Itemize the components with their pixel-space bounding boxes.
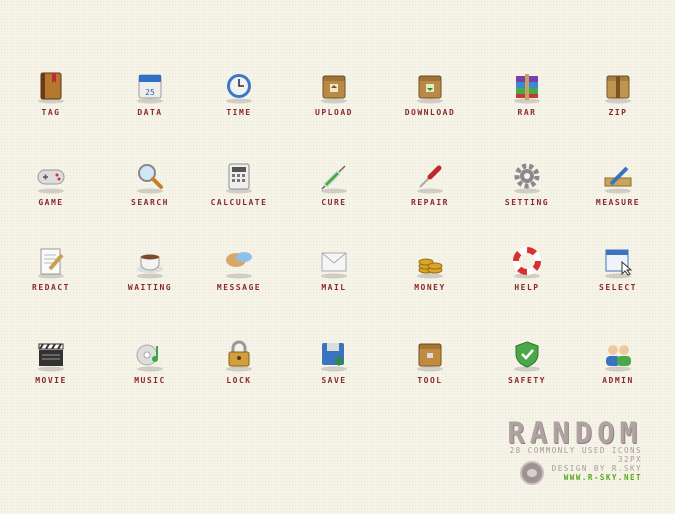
toolbox-icon: [413, 338, 447, 372]
speech-bubbles-icon: [222, 245, 256, 279]
icon-label: Mail: [321, 283, 347, 292]
screwdriver-icon: [413, 160, 447, 194]
shield-icon: [510, 338, 544, 372]
coins-icon: [413, 245, 447, 279]
icon-item-download[interactable]: Download: [390, 70, 470, 117]
lifebuoy-icon: [510, 245, 544, 279]
icon-label: Data: [137, 108, 163, 117]
icon-item-time[interactable]: Time: [199, 70, 279, 117]
upload-box-icon: [317, 70, 351, 104]
icon-label: Select: [599, 283, 637, 292]
icon-item-safety[interactable]: Safety: [487, 338, 567, 385]
icon-item-music[interactable]: Music: [110, 338, 190, 385]
icon-label: Setting: [504, 198, 550, 207]
icon-item-select[interactable]: Select: [578, 245, 658, 292]
icon-item-search[interactable]: Search: [110, 160, 190, 207]
icon-label: Game: [38, 198, 64, 207]
icon-item-help[interactable]: Help: [487, 245, 567, 292]
clock-icon: [222, 70, 256, 104]
icon-item-tag[interactable]: Tag: [11, 70, 91, 117]
icon-item-admin[interactable]: Admin: [578, 338, 658, 385]
users-icon: [601, 338, 635, 372]
icon-label: Tag: [41, 108, 61, 117]
book-icon: [34, 70, 68, 104]
archive-books-icon: [510, 70, 544, 104]
envelope-icon: [317, 245, 351, 279]
brand-designer: DESIGN BY R.SKY: [551, 464, 642, 473]
icon-label: Safety: [508, 376, 546, 385]
icon-item-calculate[interactable]: Calculate: [199, 160, 279, 207]
icon-item-game[interactable]: Game: [11, 160, 91, 207]
icon-label: Search: [131, 198, 169, 207]
icon-item-tool[interactable]: Tool: [390, 338, 470, 385]
icon-item-message[interactable]: Message: [199, 245, 279, 292]
calendar-icon: 25: [133, 70, 167, 104]
icon-label: Download: [404, 108, 456, 117]
cd-note-icon: [133, 338, 167, 372]
icon-item-mail[interactable]: Mail: [294, 245, 374, 292]
icon-item-save[interactable]: Save: [294, 338, 374, 385]
brand-title: RANDOM: [507, 416, 642, 450]
icon-label: Music: [134, 376, 166, 385]
ruler-pencil-icon: [601, 160, 635, 194]
brand-logo-icon: [520, 461, 544, 485]
icon-item-upload[interactable]: Upload: [294, 70, 374, 117]
window-cursor-icon: [601, 245, 635, 279]
icon-label: Measure: [595, 198, 641, 207]
floppy-icon: [317, 338, 351, 372]
icon-item-measure[interactable]: Measure: [578, 160, 658, 207]
icon-item-movie[interactable]: Movie: [11, 338, 91, 385]
icon-item-waiting[interactable]: Waiting: [110, 245, 190, 292]
brand-subtitle: 28 COMMONLY USED ICONS: [509, 446, 642, 455]
notepad-pencil-icon: [34, 245, 68, 279]
syringe-icon: [317, 160, 351, 194]
icon-label: Calculate: [210, 198, 268, 207]
gear-icon: [510, 160, 544, 194]
icon-label: Movie: [35, 376, 67, 385]
icon-label: Tool: [417, 376, 443, 385]
icon-label: RAR: [517, 108, 537, 117]
icon-label: Money: [414, 283, 446, 292]
brand-url-link[interactable]: WWW.R-SKY.NET: [490, 473, 642, 483]
icon-label: Time: [226, 108, 252, 117]
icon-label: Waiting: [127, 283, 173, 292]
icon-item-cure[interactable]: Cure: [294, 160, 374, 207]
icon-label: Redact: [32, 283, 70, 292]
icon-label: Help: [514, 283, 540, 292]
icon-item-rar[interactable]: RAR: [487, 70, 567, 117]
coffee-cup-icon: [133, 245, 167, 279]
calculator-icon: [222, 160, 256, 194]
icon-item-zip[interactable]: Zip: [578, 70, 658, 117]
icon-label: Save: [321, 376, 347, 385]
brand-block: RANDOM 28 COMMONLY USED ICONS 32PX DESIG…: [490, 416, 642, 485]
icon-item-redact[interactable]: Redact: [11, 245, 91, 292]
padlock-icon: [222, 338, 256, 372]
icon-item-repair[interactable]: Repair: [390, 160, 470, 207]
icon-label: Message: [216, 283, 262, 292]
icon-label: Admin: [602, 376, 634, 385]
brand-size: 32PX: [617, 455, 642, 464]
download-box-icon: [413, 70, 447, 104]
clapperboard-icon: [34, 338, 68, 372]
icon-label: Repair: [411, 198, 449, 207]
icon-item-data[interactable]: 25 Data: [110, 70, 190, 117]
package-icon: [601, 70, 635, 104]
icon-item-setting[interactable]: Setting: [487, 160, 567, 207]
icon-label: Upload: [315, 108, 353, 117]
icon-label: Lock: [226, 376, 252, 385]
icon-label: Cure: [321, 198, 347, 207]
magnifier-icon: [133, 160, 167, 194]
svg-text:25: 25: [145, 88, 155, 97]
icon-item-lock[interactable]: Lock: [199, 338, 279, 385]
icon-item-money[interactable]: Money: [390, 245, 470, 292]
gamepad-icon: [34, 160, 68, 194]
icon-label: Zip: [608, 108, 628, 117]
